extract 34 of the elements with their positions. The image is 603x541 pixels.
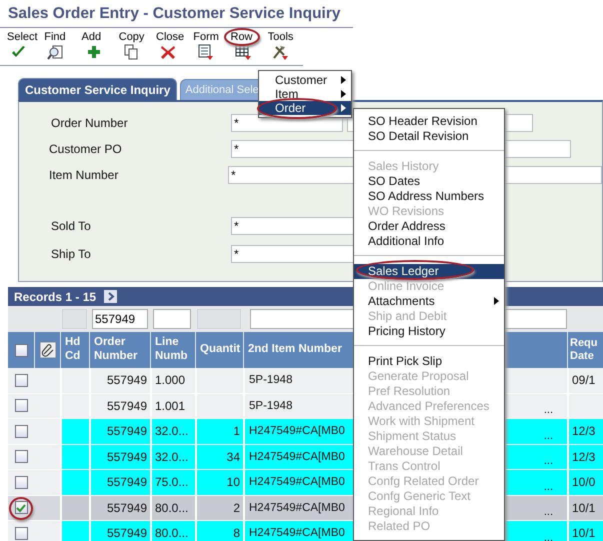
table-cell: 12/3 bbox=[567, 444, 603, 469]
table-cell: 75.0... bbox=[150, 470, 195, 494]
item-number-text: 5P-1948 bbox=[249, 400, 292, 412]
item-number-text: H247549#CA[MB0 bbox=[249, 425, 345, 438]
table-cell: 10 bbox=[195, 470, 243, 494]
records-label: Records 1 - 15 bbox=[14, 290, 96, 304]
item-number-text: H247549#CA[MB0 bbox=[249, 450, 345, 463]
field-label: Item Number bbox=[48, 168, 120, 182]
field-label: Ship To bbox=[50, 247, 92, 261]
table-cell: 8 bbox=[195, 521, 243, 541]
table-cell: 32.0... bbox=[150, 444, 195, 469]
table-cell: 80.0... bbox=[150, 496, 195, 520]
item-number-text: H247549#CA[MB0 bbox=[249, 476, 345, 488]
field-label: Customer PO bbox=[48, 142, 123, 156]
item-number-text: 5P-1948 bbox=[249, 374, 292, 386]
table-cell: 10/1 bbox=[567, 496, 603, 520]
table-cell: 10/0 bbox=[567, 470, 603, 494]
table-cell: 1 bbox=[195, 419, 243, 444]
table-cell: 80.0... bbox=[150, 521, 195, 541]
table-cell: 32.0... bbox=[150, 419, 195, 444]
table-cell: 12/3 bbox=[567, 419, 603, 444]
table-cell: 557949 bbox=[89, 419, 150, 444]
table-cell: 557949 bbox=[89, 444, 150, 469]
field-label: Order Number bbox=[50, 116, 129, 130]
item-number-text: H247549#CA[MB0 bbox=[249, 527, 345, 540]
window-title: Sales Order Entry - Customer Service Inquiry bbox=[0, 0, 353, 28]
item-number-text: H247549#CA[MB0 bbox=[249, 502, 345, 514]
table-cell: 2 bbox=[195, 496, 243, 520]
table-cell: 557949 bbox=[89, 521, 150, 541]
table-cell: 34 bbox=[195, 444, 243, 469]
field-label: Sold To bbox=[50, 219, 92, 233]
table-cell: 557949 bbox=[89, 496, 150, 520]
table-cell: 557949 bbox=[89, 470, 150, 494]
table-cell: 10/1 bbox=[567, 521, 603, 541]
